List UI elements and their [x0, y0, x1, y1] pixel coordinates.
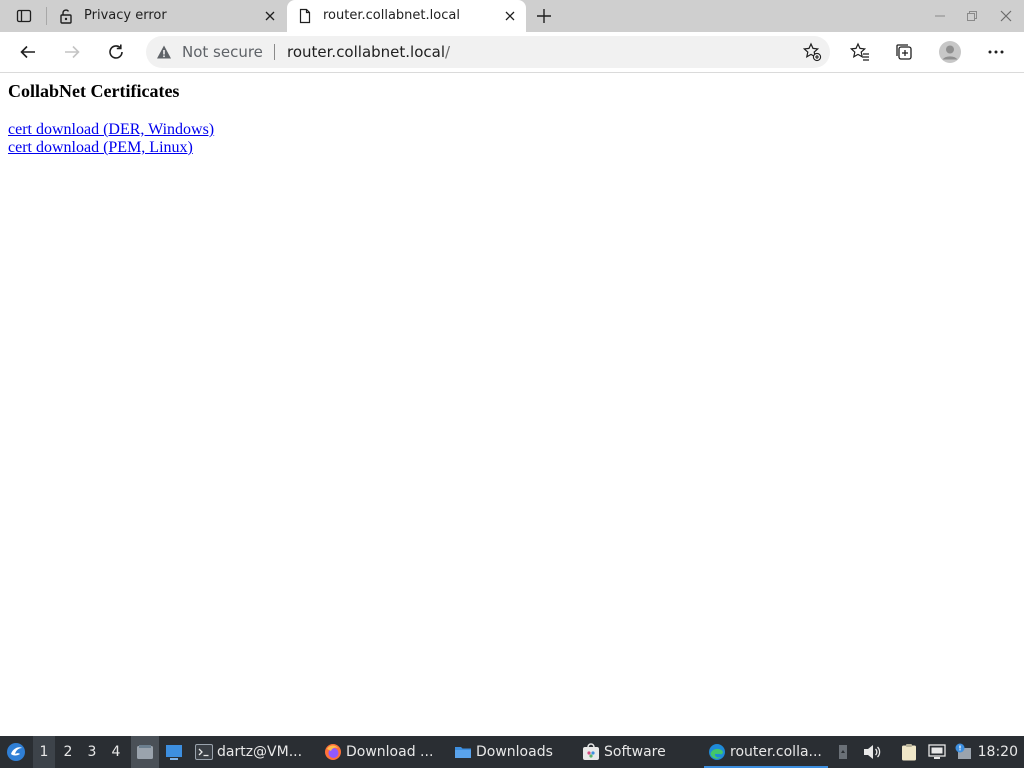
settings-menu-button[interactable] — [982, 38, 1010, 66]
tray-arrow-icon — [839, 745, 847, 759]
files-launcher[interactable] — [131, 736, 159, 768]
network-button[interactable] — [926, 736, 948, 768]
workspace-1[interactable]: 1 — [33, 736, 55, 768]
address-bar[interactable]: Not secure router.collabnet.local/ — [146, 36, 830, 68]
edge-icon — [708, 743, 726, 761]
taskbar: 1 2 3 4 dartz@VM... Download ... Downloa… — [0, 736, 1024, 768]
notifications-button[interactable] — [952, 736, 974, 768]
favorites-button[interactable] — [846, 38, 874, 66]
folder-icon — [454, 743, 472, 761]
favorites-icon — [850, 42, 869, 61]
forward-button[interactable] — [58, 38, 86, 66]
desktop-launcher[interactable] — [162, 736, 186, 768]
restore-button[interactable] — [962, 6, 982, 26]
task-edge-router[interactable]: router.colla... — [704, 736, 828, 768]
workspace-3[interactable]: 3 — [81, 736, 103, 768]
tab-privacy-error[interactable]: Privacy error — [48, 0, 286, 32]
task-label: dartz@VM... — [217, 744, 303, 760]
back-button[interactable] — [14, 38, 42, 66]
close-window-button[interactable] — [996, 6, 1016, 26]
clipboard-icon — [902, 744, 916, 761]
tab-title: Privacy error — [84, 8, 167, 23]
tab-router[interactable]: router.collabnet.local — [287, 0, 526, 32]
profile-button[interactable] — [936, 38, 964, 66]
task-software[interactable]: Software — [582, 736, 666, 768]
der-download-link[interactable]: cert download (DER, Windows) — [8, 121, 214, 139]
task-label: Software — [604, 744, 666, 760]
firefox-icon — [324, 743, 342, 761]
tab-separator — [46, 7, 47, 25]
restore-icon — [967, 11, 977, 21]
network-icon — [928, 744, 946, 759]
minimize-icon — [935, 15, 945, 17]
forward-arrow-icon — [65, 45, 80, 59]
pem-download-link[interactable]: cert download (PEM, Linux) — [8, 139, 193, 157]
clock[interactable]: 18:20 — [978, 736, 1018, 768]
task-firefox[interactable]: Download ... — [324, 736, 433, 768]
browser-toolbar: Not secure router.collabnet.local/ — [0, 32, 1024, 73]
warning-triangle-icon[interactable] — [156, 44, 172, 60]
software-icon — [582, 743, 600, 761]
avatar-icon — [939, 41, 961, 63]
task-terminal[interactable]: dartz@VM... — [195, 736, 302, 768]
start-menu-button[interactable] — [4, 736, 28, 768]
url-host: router.collabnet.local — [287, 43, 445, 61]
task-label: Download ... — [346, 744, 434, 760]
collections-icon — [896, 44, 912, 60]
terminal-icon — [195, 743, 213, 761]
close-icon — [1000, 10, 1012, 22]
url-text[interactable]: router.collabnet.local/ — [287, 43, 450, 61]
page-content: CollabNet Certificates cert download (DE… — [0, 73, 1024, 736]
broken-lock-icon — [58, 8, 74, 24]
task-label: Downloads — [476, 744, 553, 760]
workspace-2[interactable]: 2 — [57, 736, 79, 768]
desktop-icon — [166, 745, 182, 760]
page-icon — [297, 8, 313, 24]
minimize-button[interactable] — [930, 6, 950, 26]
back-arrow-icon — [20, 45, 35, 59]
address-divider — [274, 44, 275, 60]
clipboard-button[interactable] — [898, 736, 920, 768]
page-title: CollabNet Certificates — [8, 81, 180, 101]
close-tab-icon[interactable] — [260, 6, 280, 26]
url-path: / — [445, 43, 451, 61]
distro-logo-icon — [7, 743, 25, 761]
add-favorite-icon[interactable] — [802, 42, 822, 62]
refresh-button[interactable] — [102, 38, 130, 66]
security-label[interactable]: Not secure — [182, 43, 263, 61]
refresh-icon — [109, 44, 123, 59]
close-tab-icon[interactable] — [500, 6, 520, 26]
file-manager-icon — [137, 745, 153, 759]
new-tab-button[interactable] — [532, 4, 556, 28]
notification-icon — [955, 743, 971, 759]
tab-actions-icon — [16, 9, 32, 23]
tab-actions-button[interactable] — [6, 4, 42, 28]
speaker-icon — [864, 745, 881, 759]
collections-button[interactable] — [890, 38, 918, 66]
volume-button[interactable] — [862, 736, 882, 768]
more-icon — [988, 50, 1004, 54]
task-downloads-folder[interactable]: Downloads — [454, 736, 553, 768]
workspace-4[interactable]: 4 — [105, 736, 127, 768]
tab-title: router.collabnet.local — [323, 8, 460, 23]
tab-strip: Privacy error router.collabnet.local — [0, 0, 1024, 32]
tray-scroll-handle[interactable] — [836, 736, 850, 768]
task-label: router.colla... — [730, 744, 822, 760]
plus-icon — [537, 9, 551, 23]
